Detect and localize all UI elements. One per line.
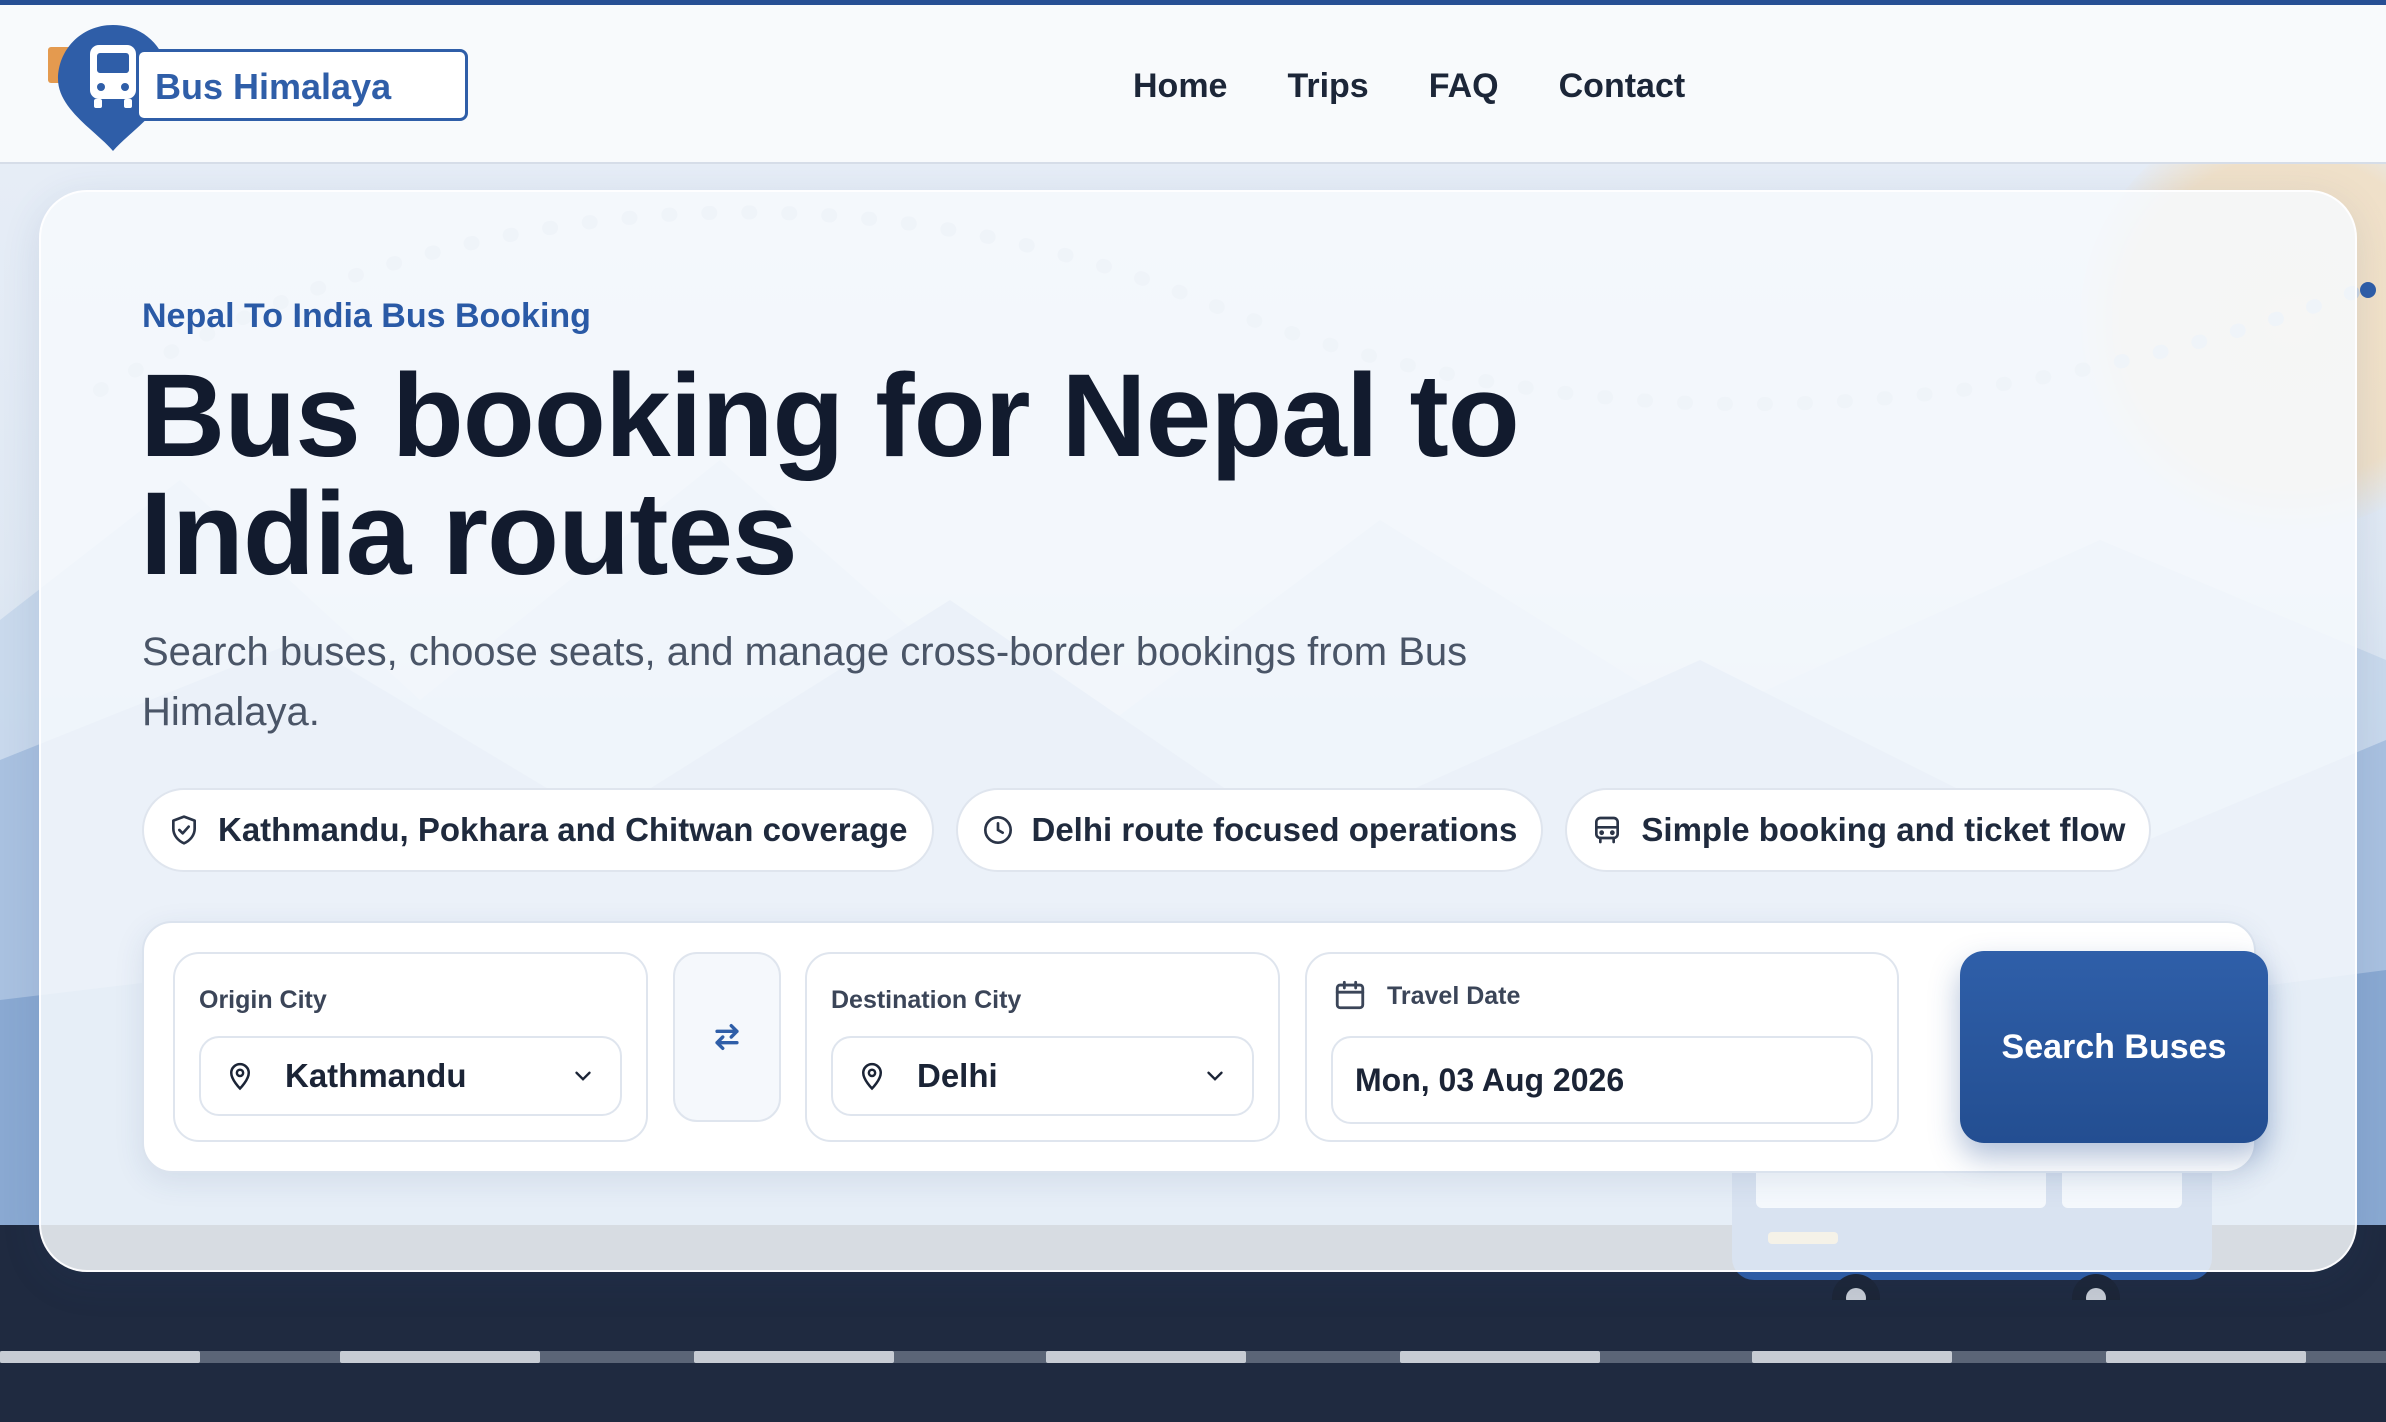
lane-dash [0, 1351, 200, 1363]
main-nav: Home Trips FAQ Contact [1133, 67, 1685, 106]
page: Bus Himalaya Home Trips FAQ Contact Nepa… [0, 0, 2386, 1422]
hero-eyebrow: Nepal To India Bus Booking [142, 297, 591, 335]
lane-dash [694, 1351, 894, 1363]
destination-value: Delhi [917, 1057, 998, 1094]
top-navbar: Bus Himalaya Home Trips FAQ Contact [0, 0, 2386, 164]
hero-card: Nepal To India Bus Booking Bus booking f… [39, 190, 2357, 1272]
travel-date-field: Travel Date Mon, 03 Aug 2026 [1305, 952, 1899, 1142]
nav-home[interactable]: Home [1133, 67, 1227, 106]
brand-name: Bus Himalaya [155, 66, 392, 107]
origin-label: Origin City [199, 986, 327, 1014]
hero-subtitle: Search buses, choose seats, and manage c… [142, 630, 1468, 734]
feature-pill-coverage: Kathmandu, Pokhara and Chitwan coverage [142, 788, 934, 872]
chevron-down-icon [575, 1071, 591, 1081]
brand-name-box: Bus Himalaya [136, 49, 468, 121]
bus-search-form: Origin City Kathmandu Destination City D… [142, 921, 2268, 1173]
feature-pill-label: Kathmandu, Pokhara and Chitwan coverage [218, 811, 908, 848]
shield-icon [172, 815, 196, 845]
swap-cities-button[interactable] [673, 952, 781, 1122]
nav-trips[interactable]: Trips [1287, 67, 1368, 106]
calendar-icon [1335, 980, 1365, 1010]
search-buses-button[interactable]: Search Buses [1960, 951, 2268, 1143]
nav-contact[interactable]: Contact [1559, 67, 1686, 106]
chevron-down-icon [1207, 1071, 1223, 1081]
origin-field: Origin City Kathmandu [173, 952, 648, 1142]
location-pin-icon [229, 1062, 251, 1091]
lane-dash [2106, 1351, 2306, 1363]
feature-pill-delhi: Delhi route focused operations [955, 788, 1544, 872]
destination-field: Destination City Delhi [805, 952, 1280, 1142]
travel-date-label: Travel Date [1387, 982, 1521, 1010]
brand-logo[interactable]: Bus Himalaya [48, 23, 468, 153]
destination-select[interactable]: Delhi [831, 1036, 1254, 1116]
location-pin-icon [861, 1062, 883, 1091]
travel-date-input[interactable]: Mon, 03 Aug 2026 [1331, 1036, 1873, 1124]
clock-icon [983, 816, 1012, 844]
feature-pill-label: Simple booking and ticket flow [1641, 811, 2126, 848]
swap-arrows-icon [715, 1023, 739, 1051]
origin-select[interactable]: Kathmandu [199, 1036, 622, 1116]
lane-dash [340, 1351, 540, 1363]
feature-pill-booking: Simple booking and ticket flow [1565, 788, 2152, 872]
hero-title: Bus booking for Nepal to India routes [140, 350, 1520, 600]
lane-dash [1400, 1351, 1600, 1363]
feature-pills: Kathmandu, Pokhara and Chitwan coverage … [142, 788, 2152, 872]
origin-value: Kathmandu [285, 1057, 467, 1094]
lane-dash [1752, 1351, 1952, 1363]
destination-label: Destination City [831, 986, 1022, 1014]
feature-pill-label: Delhi route focused operations [1031, 811, 1518, 848]
nav-faq[interactable]: FAQ [1429, 67, 1499, 106]
lane-dash [1046, 1351, 1246, 1363]
bus-icon [1595, 816, 1620, 844]
